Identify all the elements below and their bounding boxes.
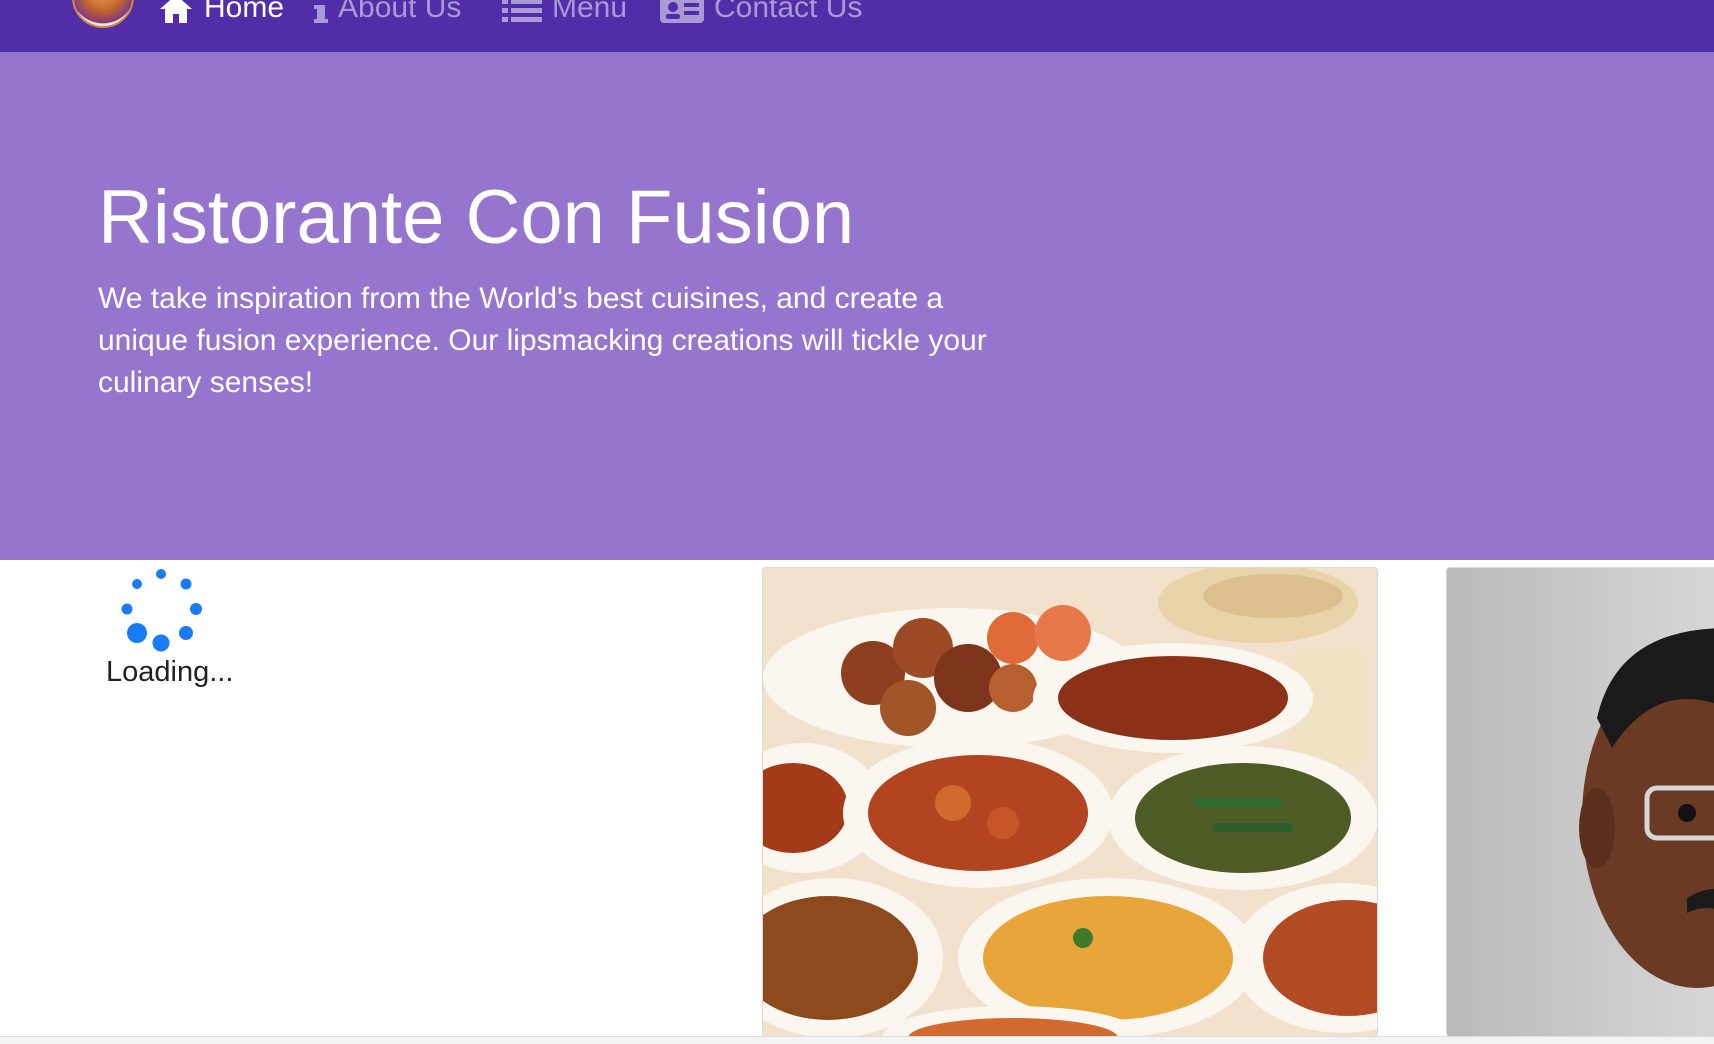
loading-text: Loading... xyxy=(106,656,234,688)
featured-dish-card[interactable] xyxy=(762,567,1378,1037)
loading-spinner-icon xyxy=(118,568,204,654)
home-icon xyxy=(158,0,194,23)
list-icon xyxy=(502,0,542,23)
jumbotron: Ristorante Con Fusion We take inspiratio… xyxy=(0,52,1714,560)
hero-description: We take inspiration from the World's bes… xyxy=(98,282,987,399)
page: Est. 2013 Home About Us Menu Contact Us xyxy=(0,0,1714,1044)
nav-item-label: About Us xyxy=(338,0,462,24)
page-title: Ristorante Con Fusion xyxy=(98,175,855,260)
address-card-icon xyxy=(660,0,704,23)
info-icon xyxy=(314,0,328,23)
divider xyxy=(0,1036,1714,1044)
navbar: Est. 2013 Home About Us Menu Contact Us xyxy=(0,0,1714,52)
nav-item-label: Home xyxy=(204,0,285,24)
main-content: Loading... xyxy=(0,560,1714,1037)
leader-photo xyxy=(1447,568,1714,1036)
nav-item-label: Contact Us xyxy=(714,0,863,24)
logo-text: Est. 2013 xyxy=(88,15,118,22)
restaurant-logo[interactable]: Est. 2013 xyxy=(72,0,134,28)
nav-item-label: Menu xyxy=(552,0,628,24)
leader-card[interactable] xyxy=(1446,567,1714,1037)
nav-item-contact[interactable]: Contact Us xyxy=(660,0,862,28)
dish-image xyxy=(763,568,1377,1036)
nav-item-menu[interactable]: Menu xyxy=(502,0,627,28)
nav-item-about[interactable]: About Us xyxy=(314,0,461,28)
nav-item-home[interactable]: Home xyxy=(158,0,284,28)
